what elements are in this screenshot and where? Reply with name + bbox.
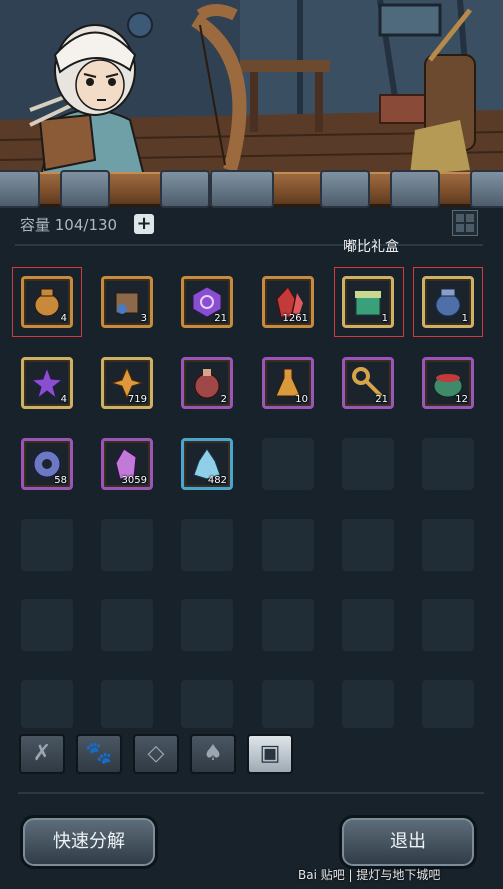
inventory-slot-empty[interactable] [342,519,394,571]
item-count: 2 [220,394,227,405]
expand-capacity-button[interactable]: + [134,214,154,234]
item-count: 21 [214,313,227,324]
inventory-slot-empty[interactable] [181,680,233,728]
inventory-slot-empty[interactable] [422,438,474,490]
inventory-slot-key[interactable]: 21 [342,357,394,409]
inventory-slot-empty[interactable] [181,519,233,571]
item-count: 10 [295,394,308,405]
star-shard-icon [30,366,64,400]
inventory-slot-empty[interactable] [342,599,394,651]
tab-pets-icon: 🐾 [85,741,113,766]
item-count: 3059 [121,475,147,486]
inventory-slot-empty[interactable] [342,438,394,490]
highlight-box [334,267,404,337]
tab-tools-icon: ✗ [32,741,52,766]
tab-pets[interactable]: 🐾 [76,734,122,774]
inventory-slot-red-crystal[interactable]: 1261 [262,276,314,328]
tab-tools[interactable]: ✗ [19,734,65,774]
divider [15,244,483,246]
tab-gems-icon: ◇ [147,741,165,766]
item-count: 3 [140,313,147,324]
item-count: 482 [207,475,227,486]
highlight-box [413,267,483,337]
quick-dismantle-button[interactable]: 快速分解 [20,815,158,869]
inventory-slot-empty[interactable] [262,519,314,571]
inventory-slot-empty[interactable] [422,599,474,651]
inventory-slot-empty[interactable] [21,680,73,728]
inventory-slot-empty[interactable] [422,680,474,728]
item-count: 1261 [282,313,308,324]
inventory-slot-gold-crystal[interactable]: 719 [101,357,153,409]
inventory-slot-purple-rune[interactable]: 21 [181,276,233,328]
wooden-rail [0,170,503,208]
inventory-slot-empty[interactable] [21,519,73,571]
tab-materials[interactable]: ♠ [190,734,236,774]
item-count: 719 [127,394,147,405]
inventory-slot-empty[interactable] [21,599,73,651]
character-scene [0,0,503,180]
item-count: 12 [455,394,468,405]
inventory-slot-ice-crystal[interactable]: 482 [181,438,233,490]
exit-button[interactable]: 退出 [339,815,477,869]
inventory-slot-empty[interactable] [101,680,153,728]
inventory-slot-empty[interactable] [262,438,314,490]
inventory-slot-cauldron[interactable]: 12 [422,357,474,409]
inventory-slot-empty[interactable] [342,680,394,728]
inventory-slot-empty[interactable] [262,680,314,728]
inventory-slot-empty[interactable] [422,519,474,571]
inventory-slot-scroll-bundle[interactable]: 3 [101,276,153,328]
inventory-slot-empty[interactable] [101,599,153,651]
inventory-slot-paw-potion[interactable]: 2 [181,357,233,409]
item-count: 58 [54,475,67,486]
inventory-slot-empty[interactable] [262,599,314,651]
paw-potion-icon [194,369,220,399]
highlight-box [12,267,82,337]
inventory-slot-empty[interactable] [181,599,233,651]
inventory-slot-pink-crystal[interactable]: 3059 [101,438,153,490]
gift-box-annotation: 嘟比礼盒 [343,239,399,255]
tab-gems[interactable]: ◇ [133,734,179,774]
scroll-bundle-icon [115,292,139,314]
tab-chests-icon: ▣ [259,741,281,766]
grid-view-toggle-icon[interactable] [452,210,478,236]
item-count: 4 [60,394,67,405]
item-count: 21 [375,394,388,405]
inventory-slot-gold-flask[interactable]: 10 [262,357,314,409]
divider [18,792,484,794]
inventory-slot-gear-stone[interactable]: 58 [21,438,73,490]
tab-materials-icon: ♠ [203,741,223,766]
inventory-slot-star-shard[interactable]: 4 [21,357,73,409]
tab-chests[interactable]: ▣ [247,734,293,774]
watermark: Bai 贴吧 | 提灯与地下城吧 [298,868,441,882]
inventory-slot-empty[interactable] [101,519,153,571]
capacity-label: 容量 104/130 [20,216,118,234]
